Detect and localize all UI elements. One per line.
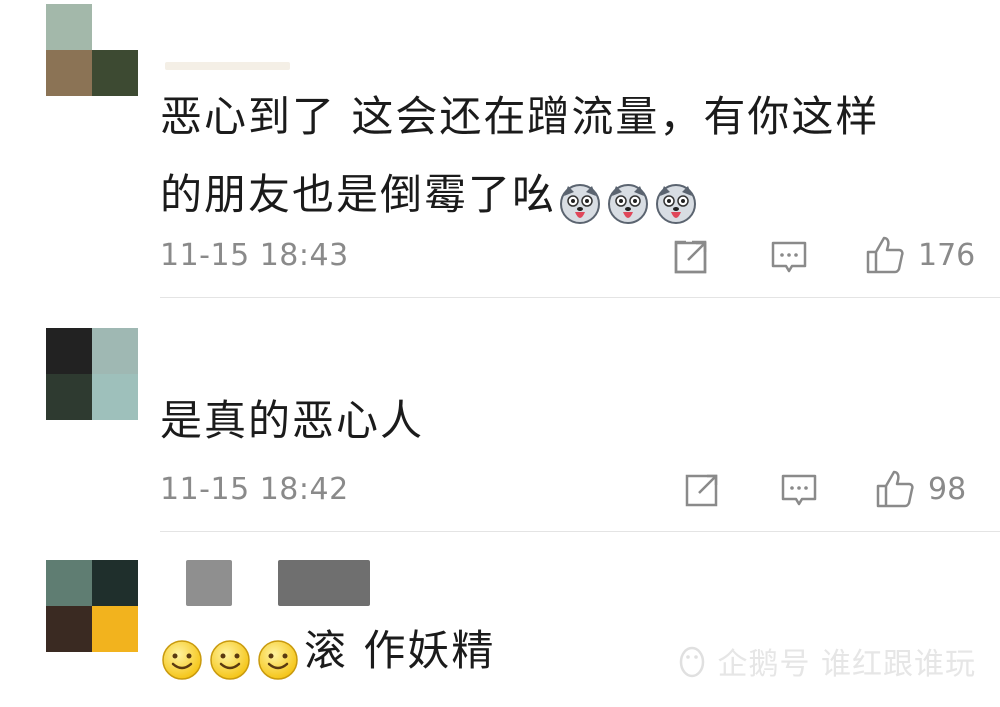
smile-emoji-icon — [208, 629, 252, 680]
comment-2: 是真的恶心人 11-15 18:42 98 — [0, 300, 1000, 532]
like-button[interactable]: 176 — [864, 234, 975, 276]
reply-button[interactable] — [770, 238, 808, 276]
comment-text-line1: 恶心到了 这会还在蹭流量，有你这样 — [160, 92, 880, 141]
like-count: 176 — [918, 237, 976, 273]
avatar[interactable] — [46, 328, 138, 420]
comment-text: 滚 作妖精 — [160, 612, 495, 690]
like-button[interactable]: 98 — [874, 468, 966, 510]
smile-emoji-icon — [160, 629, 204, 680]
comment-text-line2: 的朋友也是倒霉了吆 — [160, 156, 879, 234]
share-icon — [674, 240, 707, 274]
share-button[interactable] — [672, 238, 710, 276]
comment-text: 是真的恶心人 — [160, 396, 425, 445]
timestamp: 11-15 18:42 — [160, 472, 349, 507]
divider — [160, 297, 1000, 298]
watermark: 企鹅号 谁红跟谁玩 — [675, 639, 976, 683]
penguin-icon — [680, 646, 705, 678]
husky-emoji-icon — [654, 173, 698, 224]
husky-emoji-icon — [606, 173, 650, 224]
username-blurred[interactable] — [165, 62, 290, 70]
comment-icon — [771, 241, 807, 273]
comment-icon — [781, 474, 817, 506]
reply-button[interactable] — [780, 471, 818, 509]
share-icon — [685, 474, 718, 507]
username-blurred[interactable] — [186, 560, 232, 606]
smile-emoji-icon — [256, 629, 300, 680]
timestamp: 11-15 18:43 — [160, 238, 349, 273]
username-blurred[interactable] — [278, 560, 370, 606]
comment-text: 恶心到了 这会还在蹭流量，有你这样 的朋友也是倒霉了吆 — [160, 78, 879, 234]
watermark-text: 企鹅号 谁红跟谁玩 — [717, 647, 976, 682]
comment-1: 恶心到了 这会还在蹭流量，有你这样 的朋友也是倒霉了吆 11-15 18:43 … — [0, 0, 1000, 300]
avatar[interactable] — [46, 560, 138, 652]
thumbs-up-icon — [866, 236, 904, 274]
comment-text-body: 滚 作妖精 — [304, 626, 496, 675]
like-count: 98 — [928, 471, 967, 507]
avatar[interactable] — [46, 4, 138, 96]
thumbs-up-icon — [876, 470, 914, 508]
husky-emoji-icon — [558, 173, 602, 224]
share-button[interactable] — [683, 471, 721, 509]
